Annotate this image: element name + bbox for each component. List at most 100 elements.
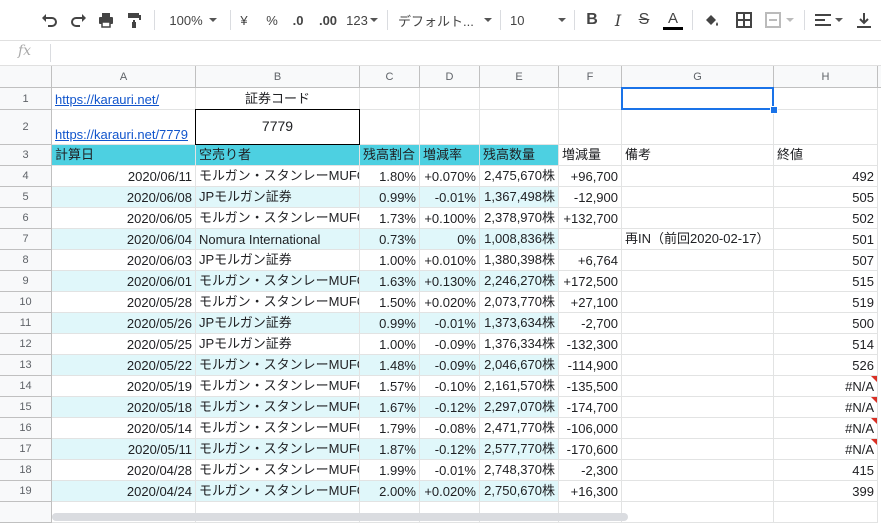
table-cell[interactable]: 2,297,070株 (480, 397, 559, 418)
table-cell[interactable]: -2,300 (559, 460, 622, 481)
table-cell[interactable]: 1,373,634株 (480, 313, 559, 334)
column-header-b[interactable]: B (196, 66, 360, 88)
cell-c2[interactable] (360, 110, 420, 145)
table-cell[interactable]: 2,750,670株 (480, 481, 559, 502)
table-cell[interactable]: 2,046,670株 (480, 355, 559, 376)
table-cell[interactable]: モルガン・スタンレーMUFG証券 (196, 271, 360, 292)
table-cell[interactable] (559, 229, 622, 250)
table-cell[interactable]: 2020/06/08 (52, 187, 196, 208)
table-cell[interactable] (622, 334, 774, 355)
table-cell[interactable] (622, 460, 774, 481)
row-header-5[interactable]: 5 (0, 187, 52, 208)
row-header-16[interactable]: 16 (0, 418, 52, 439)
table-cell[interactable]: 1.80% (360, 166, 420, 187)
cell-e1[interactable] (480, 88, 559, 110)
table-cell[interactable]: -0.09% (420, 334, 480, 355)
table-cell[interactable] (622, 208, 774, 229)
table-cell[interactable]: 500 (774, 313, 878, 334)
table-cell[interactable]: 2020/06/01 (52, 271, 196, 292)
table-cell[interactable] (622, 166, 774, 187)
table-cell[interactable]: #N/A (774, 376, 878, 397)
table-cell[interactable]: +6,764 (559, 250, 622, 271)
table-cell[interactable]: 2020/04/28 (52, 460, 196, 481)
cell-h2[interactable] (774, 110, 878, 145)
table-cell[interactable]: -0.12% (420, 397, 480, 418)
row-header-19[interactable]: 19 (0, 481, 52, 502)
table-cell[interactable]: 1.50% (360, 292, 420, 313)
table-cell[interactable]: 2020/04/24 (52, 481, 196, 502)
row-header-4[interactable]: 4 (0, 166, 52, 187)
table-cell[interactable]: 2020/05/18 (52, 397, 196, 418)
table-cell[interactable]: 492 (774, 166, 878, 187)
table-cell[interactable]: 2020/05/14 (52, 418, 196, 439)
selected-cell-g1[interactable] (621, 87, 774, 110)
table-cell[interactable]: 514 (774, 334, 878, 355)
zoom-select[interactable]: 100% (162, 8, 224, 32)
fill-handle[interactable] (770, 106, 778, 114)
table-cell[interactable]: -0.08% (420, 418, 480, 439)
table-cell[interactable]: 2,471,770株 (480, 418, 559, 439)
column-header-a[interactable]: A (52, 66, 196, 88)
table-cell[interactable]: 2,161,570株 (480, 376, 559, 397)
table-cell[interactable]: 1.79% (360, 418, 420, 439)
table-cell[interactable]: モルガン・スタンレーMUFG証券 (196, 355, 360, 376)
spreadsheet-grid[interactable]: A B C D E F G H 1 2 3 4 5 6 7 8 9 10 11 12 13 14 15 16 17 18 19 htt… (0, 66, 881, 525)
table-cell[interactable]: #N/A (774, 439, 878, 460)
bold-icon[interactable]: B (582, 8, 602, 32)
table-cell[interactable]: 515 (774, 271, 878, 292)
table-cell[interactable]: 2020/05/25 (52, 334, 196, 355)
row-header-10[interactable]: 10 (0, 292, 52, 313)
table-cell[interactable]: +132,700 (559, 208, 622, 229)
table-cell[interactable]: -0.01% (420, 460, 480, 481)
table-cell[interactable]: +0.100% (420, 208, 480, 229)
cell-g2[interactable] (622, 110, 774, 145)
table-cell[interactable]: 502 (774, 208, 878, 229)
column-title-3[interactable]: 残高割合 (360, 145, 420, 166)
table-cell[interactable]: 1,367,498株 (480, 187, 559, 208)
cell-f2[interactable] (559, 110, 622, 145)
row-header-8[interactable]: 8 (0, 250, 52, 271)
table-cell[interactable]: 1.00% (360, 250, 420, 271)
table-cell[interactable]: 1,008,836株 (480, 229, 559, 250)
column-header-d[interactable]: D (420, 66, 480, 88)
table-cell[interactable]: 501 (774, 229, 878, 250)
table-cell[interactable]: モルガン・スタンレーMUFG証券 (196, 292, 360, 313)
undo-icon[interactable] (38, 8, 62, 32)
stock-url-link[interactable]: https://karauri.net/7779 (55, 127, 188, 142)
table-cell[interactable]: 2020/05/11 (52, 439, 196, 460)
table-cell[interactable]: JPモルガン証券 (196, 313, 360, 334)
column-title-8[interactable]: 終値 (774, 145, 878, 166)
table-cell[interactable] (622, 397, 774, 418)
table-cell[interactable]: -0.12% (420, 439, 480, 460)
select-all-corner[interactable] (0, 66, 52, 88)
column-title-7[interactable]: 備考 (622, 145, 774, 166)
table-cell[interactable]: 0.99% (360, 313, 420, 334)
table-cell[interactable]: 1.63% (360, 271, 420, 292)
table-cell[interactable]: +0.130% (420, 271, 480, 292)
table-cell[interactable]: 415 (774, 460, 878, 481)
table-cell[interactable]: -12,900 (559, 187, 622, 208)
font-family-select[interactable]: デフォルト... (398, 8, 492, 32)
horizontal-align-icon[interactable] (812, 8, 846, 32)
row-header-6[interactable]: 6 (0, 208, 52, 229)
table-cell[interactable]: 2,748,370株 (480, 460, 559, 481)
table-cell[interactable]: 2,475,670株 (480, 166, 559, 187)
table-cell[interactable]: 2020/05/22 (52, 355, 196, 376)
table-cell[interactable]: -170,600 (559, 439, 622, 460)
borders-icon[interactable] (732, 8, 756, 32)
column-header-e[interactable]: E (480, 66, 559, 88)
cell-d1[interactable] (420, 88, 480, 110)
table-cell[interactable] (622, 376, 774, 397)
table-cell[interactable]: モルガン・スタンレーMUFG証券 (196, 481, 360, 502)
row-header-12[interactable]: 12 (0, 334, 52, 355)
table-cell[interactable]: 1.00% (360, 334, 420, 355)
table-cell[interactable]: 0.99% (360, 187, 420, 208)
table-cell[interactable]: JPモルガン証券 (196, 250, 360, 271)
cell-f1[interactable] (559, 88, 622, 110)
cell-c1[interactable] (360, 88, 420, 110)
table-cell[interactable]: モルガン・スタンレーMUFG証券 (196, 460, 360, 481)
table-cell[interactable]: +0.020% (420, 481, 480, 502)
column-title-1[interactable]: 計算日 (52, 145, 196, 166)
row-header-9[interactable]: 9 (0, 271, 52, 292)
table-cell[interactable]: モルガン・スタンレーMUFG証券 (196, 208, 360, 229)
